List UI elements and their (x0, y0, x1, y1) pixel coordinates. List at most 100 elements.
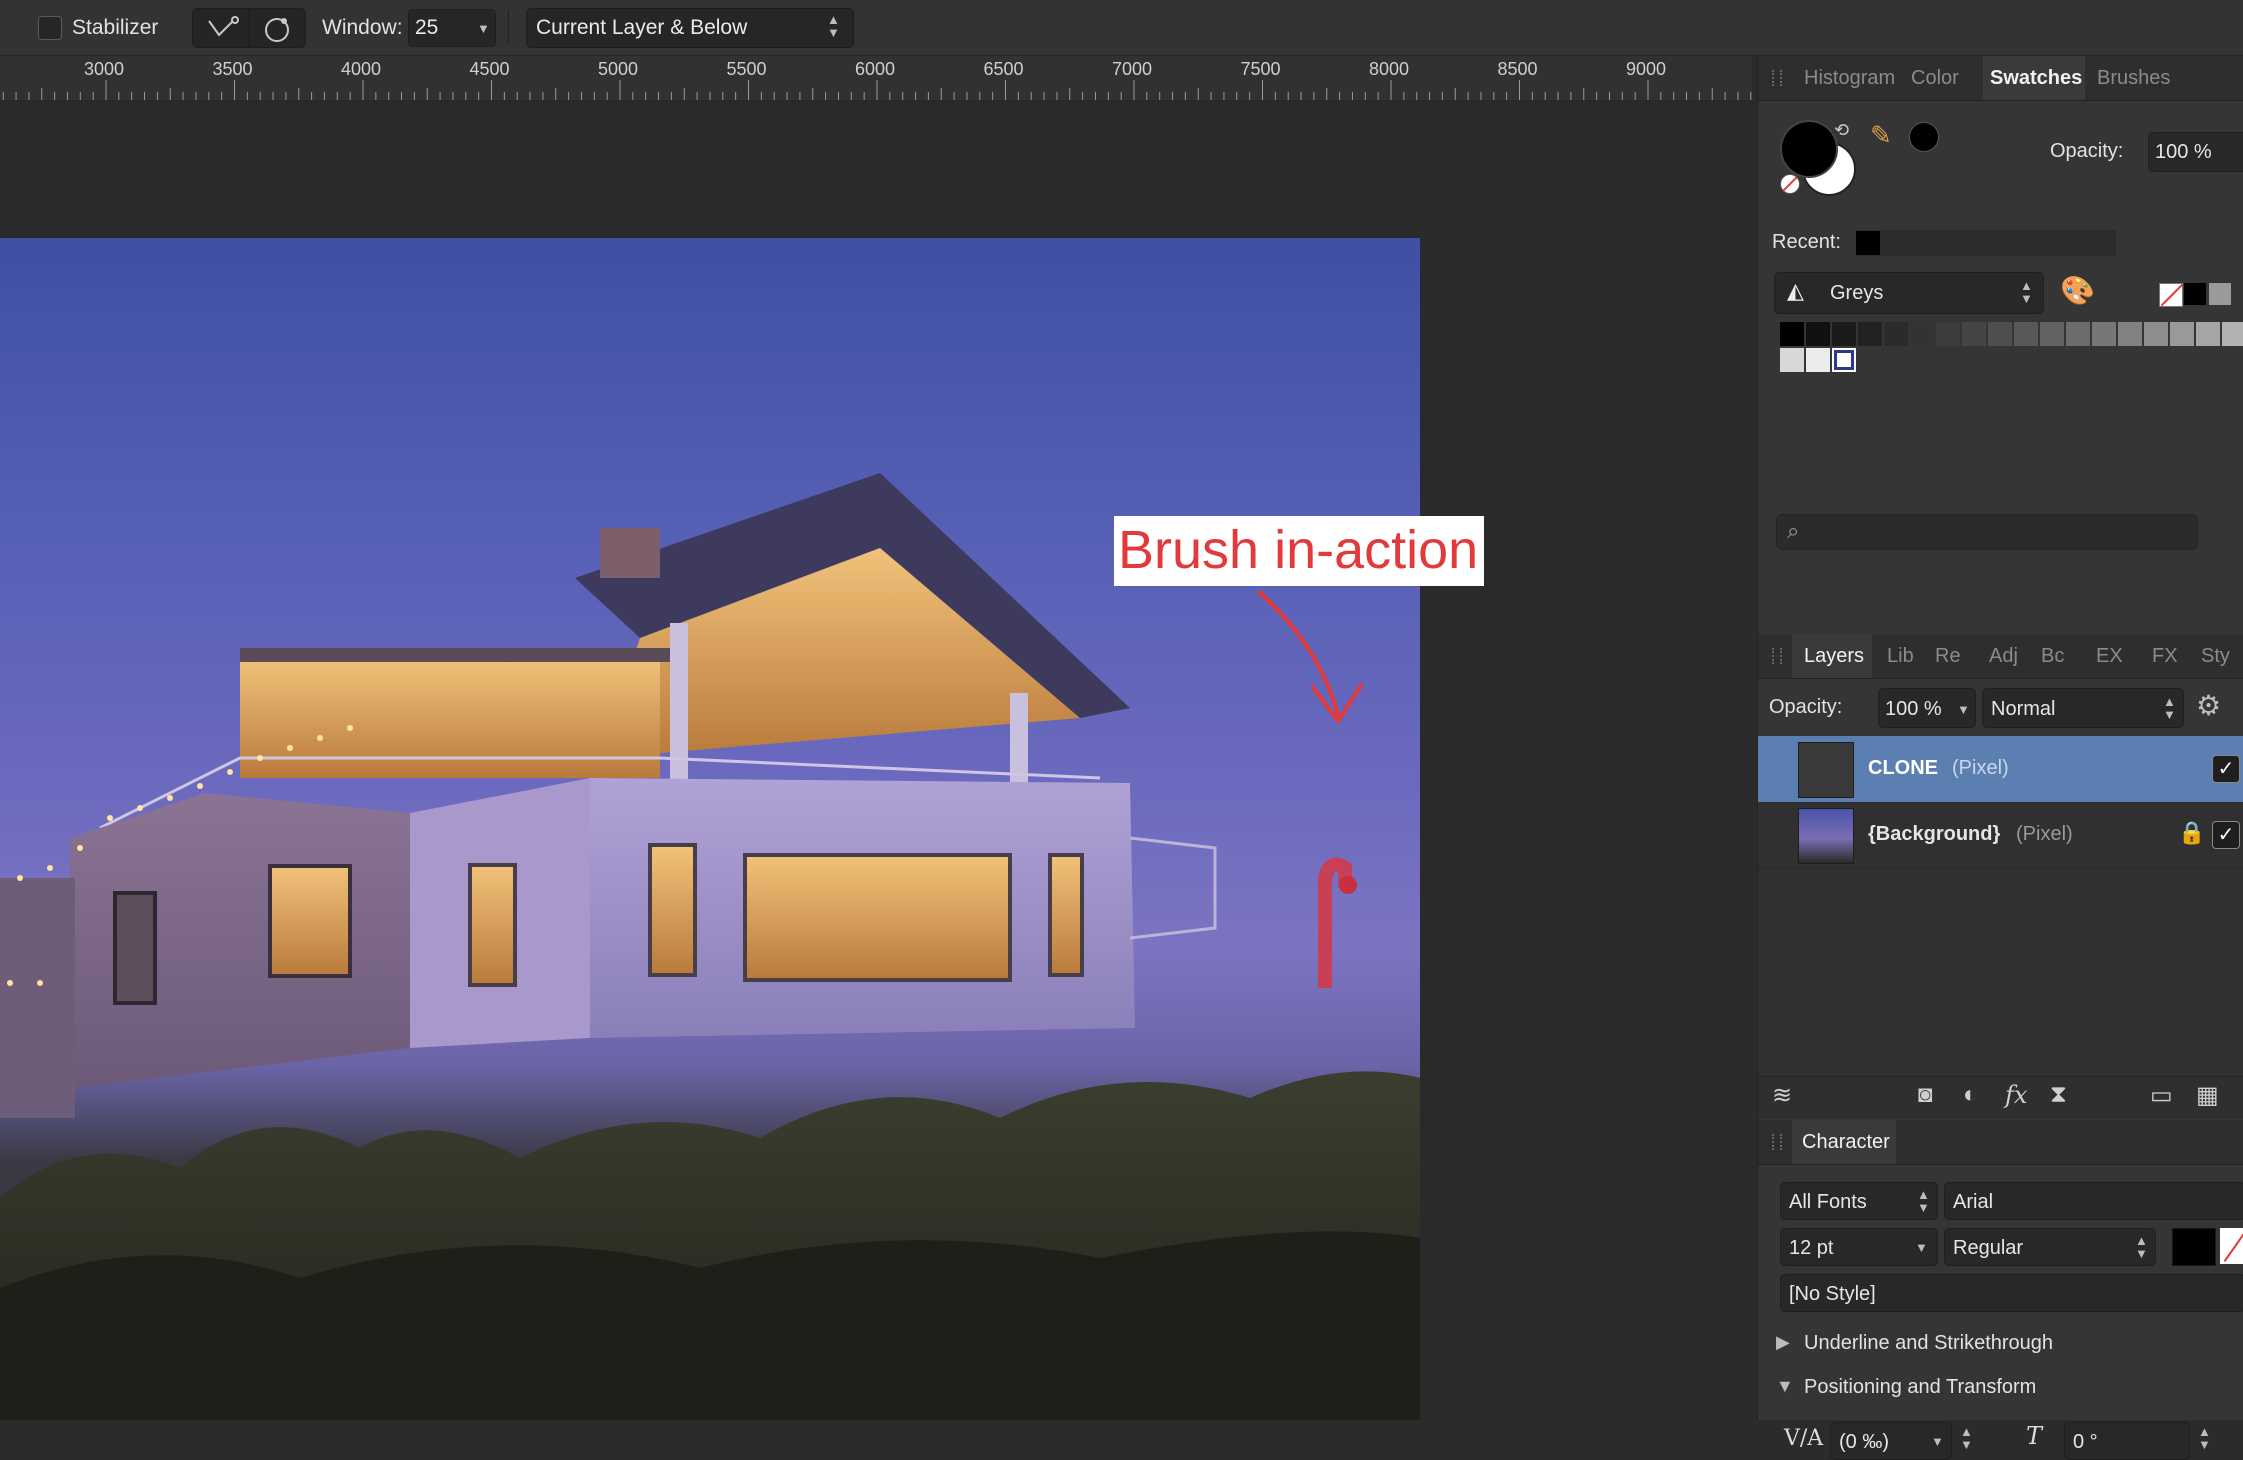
skew-stepper[interactable]: ▲ ▼ (2198, 1425, 2211, 1451)
kerning-field[interactable]: (0 ‰) ▼ (1830, 1422, 1952, 1460)
window-mode-button[interactable] (249, 9, 305, 47)
grey-swatch[interactable] (1858, 322, 1882, 346)
rope-mode-button[interactable] (193, 9, 250, 47)
grey-swatch[interactable] (2040, 322, 2064, 346)
swap-colors-icon[interactable]: ⟲ (1834, 120, 1849, 141)
panel-grip[interactable] (1772, 648, 1782, 664)
font-size-field[interactable]: 12 pt ▼ (1780, 1228, 1938, 1266)
tab-character[interactable]: Character (1792, 1120, 1896, 1164)
font-collection-select[interactable]: All Fonts ▲ ▼ (1780, 1182, 1938, 1220)
grey-swatch[interactable] (2092, 322, 2116, 346)
grey-swatch[interactable] (1884, 322, 1908, 346)
palette-select[interactable]: ◭ Greys ▲ ▼ (1774, 272, 2044, 314)
grey-swatch[interactable] (1988, 322, 2012, 346)
tab-styles[interactable]: Sty (2201, 634, 2230, 678)
folder-icon[interactable]: ▭ (2150, 1081, 2173, 1110)
ruler-label: 7000 (1112, 59, 1153, 79)
opacity-field[interactable]: 100 % (2148, 132, 2243, 172)
chevron-down-icon: ▼ (477, 21, 490, 36)
canvas-area[interactable]: Brush in-action (0, 101, 1752, 1420)
kerning-icon: V/A (1784, 1426, 1824, 1451)
grey-swatch[interactable] (1806, 348, 1830, 372)
font-style-select[interactable]: Regular ▲ ▼ (1944, 1228, 2156, 1266)
grey-swatch[interactable] (1832, 322, 1856, 346)
picked-color-swatch[interactable] (1909, 122, 1939, 152)
grey-swatch[interactable] (1910, 322, 1934, 346)
ruler-label: 8000 (1369, 59, 1410, 79)
tab-swatches[interactable]: Swatches (1983, 56, 2085, 100)
tab-brushes[interactable]: Brushes (2097, 56, 2170, 100)
tab-adjustments[interactable]: Adj (1989, 634, 2018, 678)
tab-library[interactable]: Lib (1887, 634, 1914, 678)
positioning-section-header[interactable]: ▼ Positioning and Transform (1776, 1370, 2236, 1406)
panel-grip[interactable] (1772, 1134, 1782, 1150)
font-collection-value: All Fonts (1789, 1191, 1867, 1213)
fx-icon[interactable]: fx (2005, 1081, 2027, 1109)
black-swatch[interactable] (2184, 283, 2206, 305)
live-filter-icon[interactable]: ⧗ (2050, 1081, 2067, 1109)
kerning-stepper[interactable]: ▲ ▼ (1960, 1425, 1973, 1451)
grey-swatch[interactable] (2066, 322, 2090, 346)
primary-color-well[interactable] (1780, 120, 1838, 178)
grey-swatch[interactable] (2209, 283, 2231, 305)
tab-references[interactable]: Re (1935, 634, 1961, 678)
grey-swatch[interactable] (2014, 322, 2038, 346)
grey-swatch[interactable] (1962, 322, 1986, 346)
swatch-search-input[interactable]: ⌕ (1776, 514, 2198, 550)
document-photo[interactable] (0, 238, 1420, 1420)
horizontal-ruler[interactable]: 3000 3500 4000 4500 5000 5500 6000 6500 7000 7500… (0, 56, 1752, 101)
disclosure-down-icon: ▼ (1776, 1376, 1794, 1396)
grey-swatch[interactable] (1780, 348, 1804, 372)
grey-swatch[interactable] (2170, 322, 2194, 346)
grey-swatch[interactable] (2118, 322, 2142, 346)
layers-tabbar: Layers Lib Re Adj Bc EX FX Sty (1758, 634, 2243, 679)
adjustment-icon[interactable]: ◐ (1963, 1081, 1978, 1109)
tab-layers[interactable]: Layers (1792, 634, 1872, 678)
chevron-down-icon: ▼ (1915, 1240, 1928, 1255)
blend-mode-select[interactable]: Normal ▲ ▼ (1982, 688, 2184, 728)
layer-row-clone[interactable]: CLONE (Pixel) ✓ (1758, 736, 2243, 803)
tab-export[interactable]: EX (2096, 634, 2123, 678)
panel-grip[interactable] (1772, 70, 1782, 86)
grey-swatch[interactable] (1806, 322, 1830, 346)
context-toolbar: Stabilizer Window: 25 ▼ Current Layer & … (0, 0, 2243, 56)
gear-icon[interactable]: ⚙ (2196, 689, 2221, 722)
no-fill-swatch[interactable] (2159, 283, 2183, 307)
palette-menu-icon[interactable]: 🎨 (2060, 274, 2095, 307)
layer-name: CLONE (1868, 757, 1938, 779)
underline-section-header[interactable]: ▶ Underline and Strikethrough (1776, 1326, 2236, 1362)
add-layer-icon[interactable]: ▦ (2196, 1081, 2219, 1110)
window-size-field[interactable]: 25 ▼ (408, 9, 496, 47)
grey-swatch[interactable] (2196, 322, 2220, 346)
sample-source-select[interactable]: Current Layer & Below ▲ ▼ (526, 8, 854, 48)
grey-swatch[interactable] (2144, 322, 2168, 346)
skew-field[interactable]: 0 ° (2064, 1422, 2190, 1460)
no-color-icon[interactable] (1780, 174, 1800, 194)
layer-visibility-checkbox[interactable]: ✓ (2212, 755, 2240, 783)
grey-swatch[interactable] (1780, 322, 1804, 346)
ruler-label: 4500 (469, 59, 510, 79)
layer-visibility-checkbox[interactable]: ✓ (2212, 821, 2240, 849)
palette-name: Greys (1830, 282, 1884, 304)
layers-stack-icon[interactable]: ≋ (1772, 1081, 1792, 1110)
stabilizer-checkbox[interactable] (38, 16, 62, 40)
eyedropper-icon[interactable]: ✎ (1870, 120, 1892, 151)
tab-brushes-compact[interactable]: Bc (2041, 634, 2064, 678)
text-style-field[interactable]: [No Style] (1780, 1274, 2243, 1312)
recent-swatch[interactable] (1856, 231, 1880, 255)
lock-icon[interactable]: 🔒 (2178, 820, 2205, 846)
layer-opacity-field[interactable]: 100 % ▼ (1878, 688, 1976, 728)
layer-row-background[interactable]: {Background} (Pixel) 🔒 ✓ (1758, 802, 2243, 869)
font-family-field[interactable]: Arial (1944, 1182, 2243, 1220)
mask-icon[interactable]: ◙ (1918, 1081, 1933, 1109)
text-stroke-color[interactable] (2220, 1228, 2243, 1264)
tab-histogram[interactable]: Histogram (1804, 56, 1895, 100)
grey-swatch[interactable] (2222, 322, 2243, 346)
grey-swatch[interactable] (1832, 348, 1856, 372)
tab-color[interactable]: Color (1911, 56, 1959, 100)
ruler-label: 9000 (1626, 59, 1667, 79)
text-fill-color[interactable] (2172, 1228, 2216, 1266)
grey-swatch[interactable] (1936, 322, 1960, 346)
annotation-callout: Brush in-action (1114, 516, 1484, 586)
tab-effects[interactable]: FX (2152, 634, 2178, 678)
